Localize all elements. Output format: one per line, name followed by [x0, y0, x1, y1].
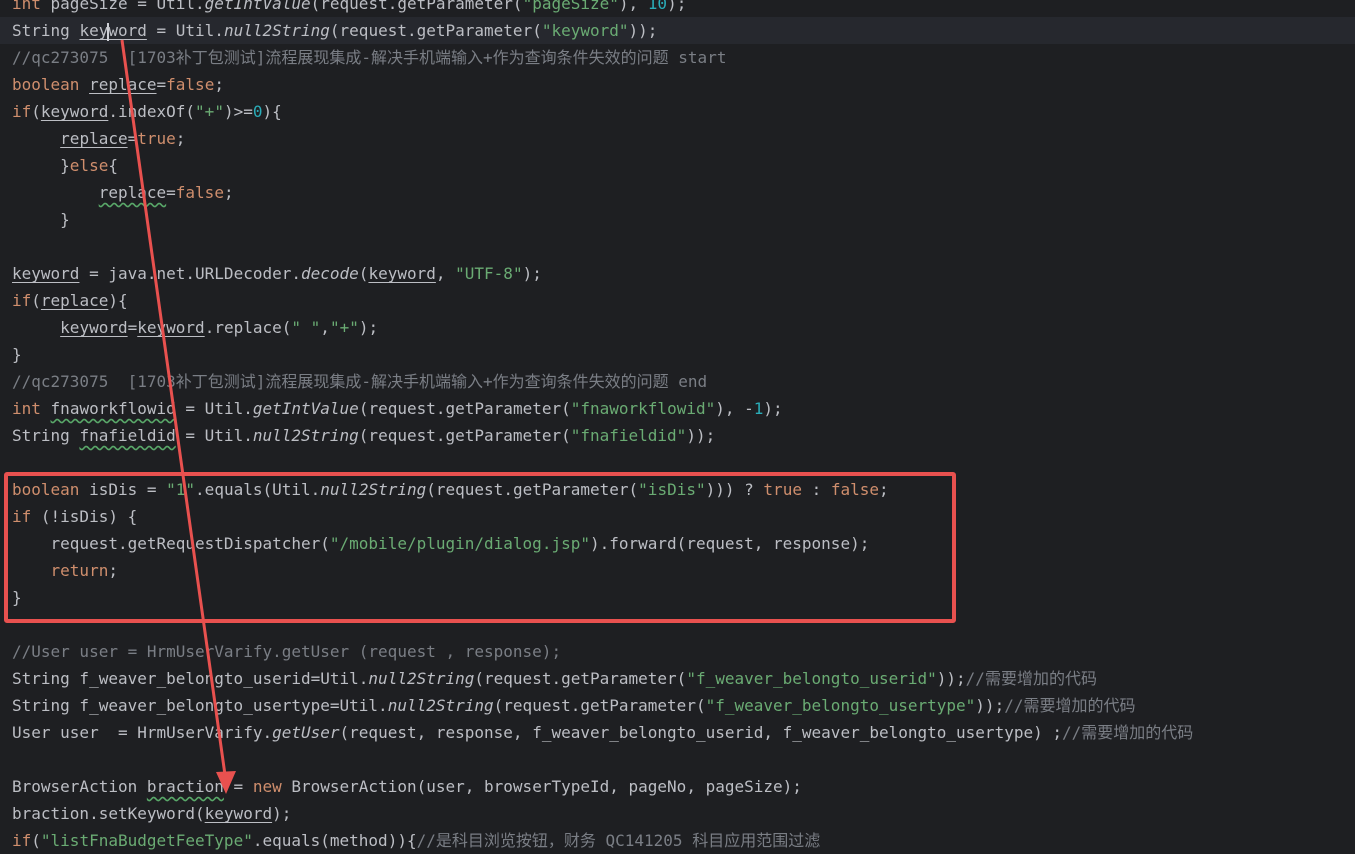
annotation-arrow-line: [120, 39, 228, 783]
annotation-arrowhead: [216, 771, 236, 794]
annotation-overlay: [120, 39, 236, 794]
